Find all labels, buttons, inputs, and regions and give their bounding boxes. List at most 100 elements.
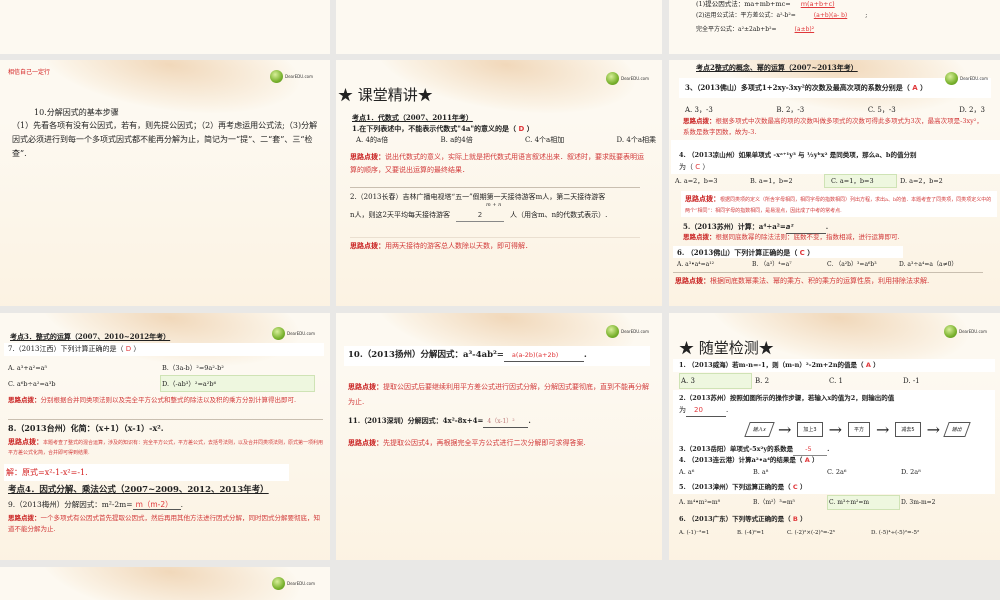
question-9: 9.（2013梅州）分解因式：m²-2m=	[8, 500, 133, 509]
hint-11: 思路点拨：先提取公因式4，再根据完全平方公式进行二次分解即可求得答案.	[348, 438, 586, 447]
steps-body: （1）先看各项有没有公因式，若有，则先提公因式；（2）再考虑运用公式法;（3)分…	[12, 121, 318, 158]
flow-subtract: 减去5	[895, 422, 921, 437]
flow-square: 平方	[847, 422, 870, 437]
hint-8: 思路点拨：本题考查了整式的混合运算，涉及的知识有：完全平方公式，平方差公式，去括…	[8, 437, 324, 456]
logo: DearEDU.com	[606, 325, 649, 338]
formula-line: 完全平方公式：a²±2ab+b²=	[696, 26, 777, 33]
option-a: A. a³+a²=a⁵	[8, 364, 48, 372]
question-10: 10.（2013扬州）分解因式：a³-4ab²=	[348, 350, 504, 360]
question-2-end: 人（用含m、n的代数式表示）.	[509, 211, 608, 219]
answer: D	[518, 125, 525, 133]
topic-title: 考点2整式的概念、幂的运算（2007~2013年考）	[696, 63, 858, 72]
logo-text: DearEDU.com	[621, 329, 649, 334]
answer: m(a+b+c)	[800, 0, 835, 8]
hint-4: 思路点拨：根据同类项的定义（所含字母相同，相同字母的指数相同）列出方程，求出a、…	[685, 194, 992, 214]
answer: D	[125, 345, 132, 353]
question-2: 2.（2013苏州）按照如图所示的操作步骤，若输入x的值为2，则输出的值	[679, 394, 895, 402]
slide-partial-bottom[interactable]: DearEDU.com	[0, 567, 330, 600]
option-b: B.（3a-b）²=9a²-b²	[162, 364, 224, 372]
option-d: D. -1	[903, 377, 920, 385]
option-b: B. （a³）⁴=a⁷	[752, 261, 792, 268]
option-b: B. 2	[755, 377, 770, 385]
option-c: C. 2a⁶	[827, 468, 847, 476]
slide-topic-2[interactable]: 考点2整式的概念、幂的运算（2007~2013年考） DearEDU.com 3…	[669, 60, 1000, 306]
flow-input: 输入x	[744, 422, 775, 437]
bracket: ）	[526, 124, 534, 133]
solution-8: 解：原式=x²-1-x²=-1.	[6, 468, 88, 477]
answer: (a±b)²	[794, 26, 815, 33]
option-b: B. a⁸	[753, 468, 769, 476]
option-d: D. (-5)⁴÷(-5)²=-5²	[871, 530, 920, 536]
option-c: C. 5，-3	[867, 106, 896, 114]
answer: C	[792, 483, 798, 491]
question-2-cont: n人，则这2天平均每天接待游客	[350, 211, 450, 219]
logo: DearEDU.com	[944, 325, 987, 338]
formula-line: (2)运用公式法：平方差公式：a²-b²=	[696, 12, 796, 19]
slide-partial-1[interactable]	[0, 0, 330, 54]
option-d: D. 3m-m=2	[901, 499, 936, 506]
answer: A	[804, 456, 810, 464]
section-heading: ★ 随堂检测★	[679, 339, 774, 357]
question-11: 11.（2013深圳）分解因式：4x²-8x+4=	[348, 416, 484, 425]
option-b: B. 2，-3	[776, 106, 805, 114]
question-7: 7.（2013江西）下列计算正确的是（	[8, 345, 124, 353]
option-d: D.（-ab³）²=a²b⁶	[162, 380, 217, 388]
question-3: 3、（2013佛山）多项式1+2xy-3xy²的次数及最高次项的系数分别是（	[685, 83, 910, 92]
option-d: D. 2a⁸	[901, 468, 921, 476]
option-c: C. (-2)²×(-2)³=-2⁶	[787, 530, 835, 536]
question-1: 1. （2013威海）若m-n=-1，则（m-n）²-2m+2n的值是（	[679, 361, 864, 369]
slide-quiz[interactable]: DearEDU.com ★ 随堂检测★ 1. （2013威海）若m-n=-1，则…	[669, 313, 1000, 560]
logo-text: DearEDU.com	[285, 74, 313, 79]
logo-text: DearEDU.com	[960, 76, 988, 81]
logo: DearEDU.com	[272, 327, 315, 340]
logo-text: DearEDU.com	[959, 329, 987, 334]
question-1: 1.在下列表述中，不能表示代数式"4a"的意义的是（	[352, 124, 517, 133]
option-c: C. 4个a相加	[525, 136, 565, 144]
logo-text: DearEDU.com	[287, 581, 315, 586]
option-b: B.（m²）³=m⁵	[753, 499, 795, 506]
option-a: A. a⁶	[679, 468, 695, 476]
hint-6: 思路点拨：根据同底数幂乘法、幂的乘方、积的乘方的运算性质，利用排除法求解.	[675, 276, 930, 285]
question-8: 8.（2013台州）化简：（x+1）（x-1）-x².	[8, 423, 164, 433]
answer: a(a-2b)(a+2b)	[503, 350, 584, 362]
logo: DearEDU.com	[945, 72, 988, 85]
answer: B	[792, 515, 798, 523]
logo-icon	[272, 327, 285, 340]
question-6: 6. （2013广东）下列等式正确的是（	[679, 515, 791, 523]
answer: C	[695, 163, 701, 171]
option-a: A. a=2，b=3	[675, 177, 718, 185]
option-d: D. a³÷a⁴=a（a≠0）	[899, 261, 958, 268]
option-a: A. 3	[681, 377, 695, 385]
logo: DearEDU.com	[272, 577, 315, 590]
hint-2: 思路点拨：用两天接待的游客总人数除以天数，即可得解．	[350, 241, 532, 250]
logo-icon	[606, 72, 619, 85]
option-c: C. a⁶b÷a²=a³b	[8, 380, 56, 388]
option-a: A. 3，-3	[685, 106, 713, 114]
section-heading: ★ 课堂精讲★	[338, 86, 433, 104]
slide-partial-2[interactable]	[336, 0, 662, 54]
option-b: B. a=1，b=2	[750, 177, 793, 185]
slide-factorization[interactable]: DearEDU.com 10.（2013扬州）分解因式：a³-4ab²= a(a-…	[336, 313, 662, 560]
option-a: A. a³•a⁴=a¹²	[677, 261, 715, 268]
option-d: D. a=2，b=2	[900, 177, 943, 185]
option-b: B. a的4倍	[440, 136, 473, 144]
answer: (a+b)(a- b)	[813, 12, 848, 19]
steps-title: 10.分解因式的基本步骤	[34, 108, 119, 117]
answer: 4（x-1）²	[483, 416, 529, 428]
answer: 20	[686, 405, 726, 417]
option-d: D. 2，3	[959, 106, 985, 114]
question-5: 5.（2013苏州）计算：a⁴÷a²=	[683, 222, 786, 231]
slide-factor-steps[interactable]: 相信自己一定行 DearEDU.com 10.分解因式的基本步骤 （1）先看各项…	[0, 60, 330, 306]
slide-lecture[interactable]: DearEDU.com ★ 课堂精讲★ 考点1．代数式（2007、2011年考）…	[336, 60, 662, 306]
answer: A	[865, 361, 871, 369]
hint-7: 思路点拨：分别根据合并同类项法则以及完全平方公式和整式的除法以及积的乘方分别计算…	[8, 396, 297, 404]
option-b: B. (-4)⁰=1	[737, 530, 765, 536]
slide-topic-3[interactable]: DearEDU.com 考点3．整式的运算（2007、2010~2012年考） …	[0, 313, 330, 560]
hint-9: 思路点拨：一个多项式有公因式首先提取公因式，然后再用其他方法进行因式分解，同时因…	[8, 514, 320, 533]
option-c: C. m³÷m²=m	[829, 499, 870, 506]
question-4: 4. （2013凉山州）如果单项式 -xᵃ⁺¹y³ 与 ½yᵇx² 是同类项，那…	[679, 151, 917, 159]
slide-formulas[interactable]: (1)提公因式法：ma+mb+mc= m(a+b+c) (2)运用公式法：平方差公…	[669, 0, 1000, 54]
topic-4-title: 考点4．因式分解、乘法公式（2007~2009、2012、2013年考）	[8, 485, 269, 495]
question-4-cont: 为（	[679, 163, 693, 171]
answer: A	[912, 84, 918, 92]
